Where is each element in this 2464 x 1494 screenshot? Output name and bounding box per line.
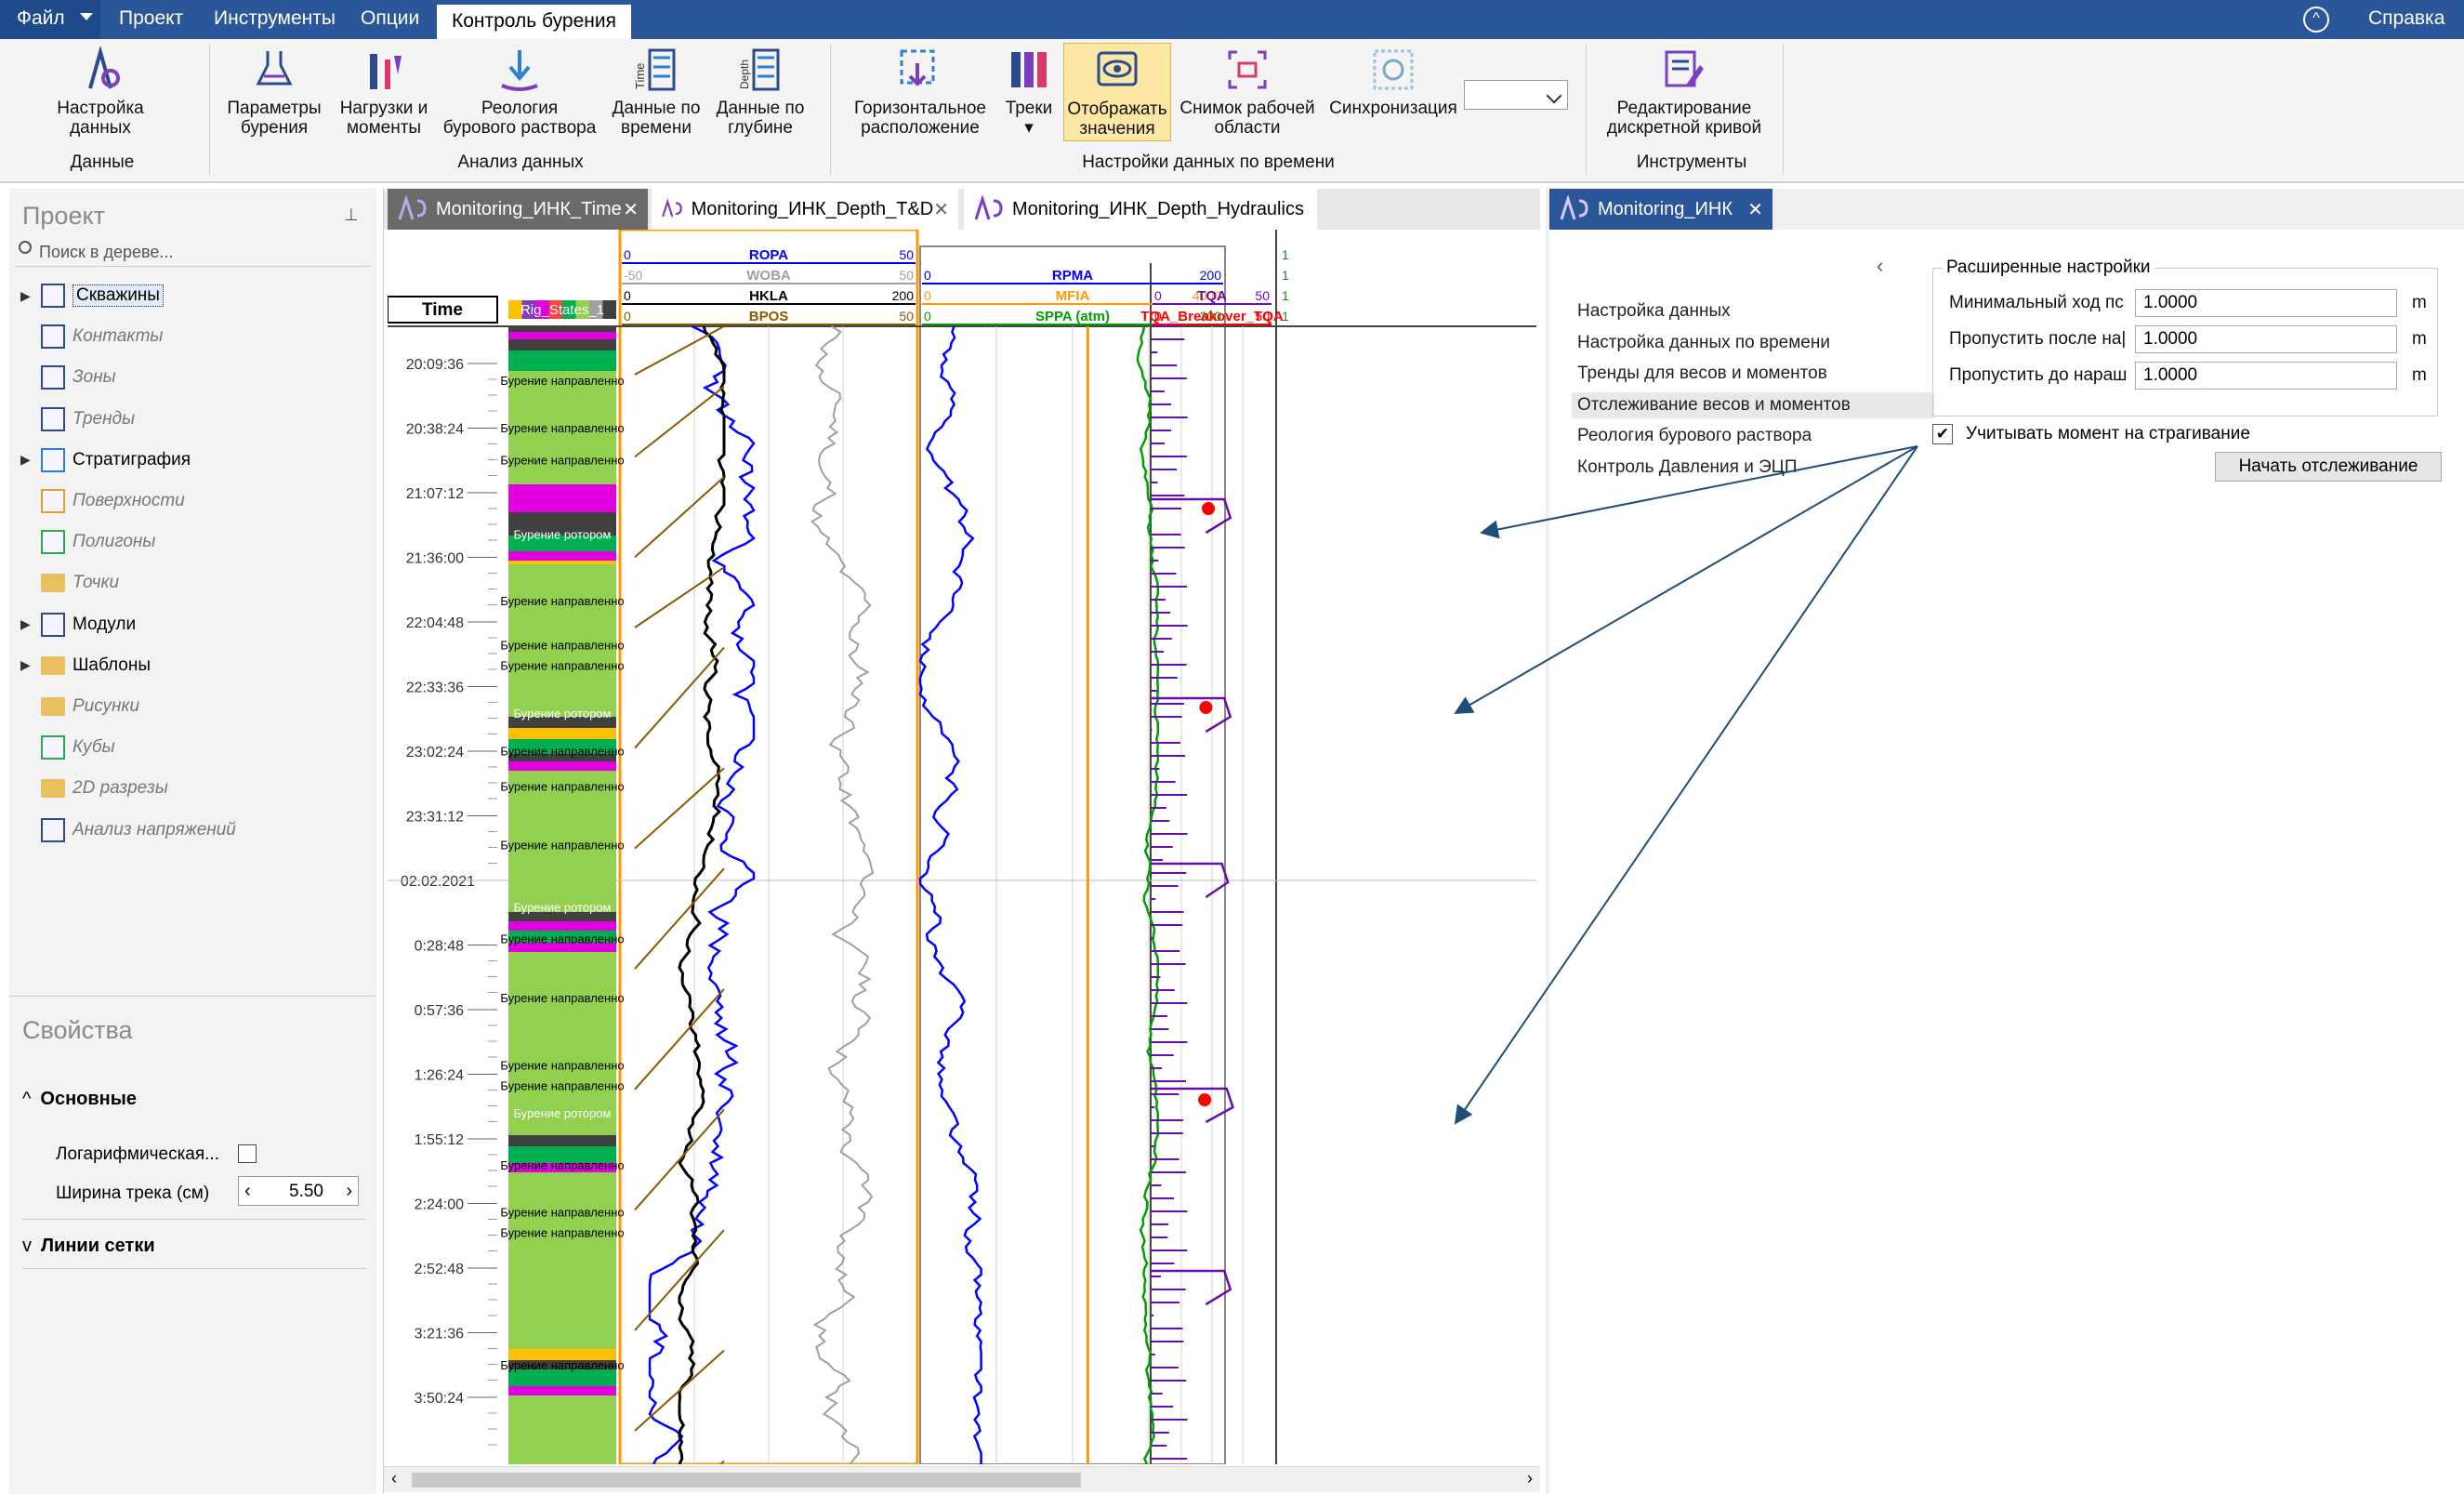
annotation-arrows <box>1454 445 1918 1125</box>
annotation-arrow <box>1480 445 1918 539</box>
annotation-arrow <box>1454 445 1918 1125</box>
annotation-arrow <box>1454 445 1918 715</box>
